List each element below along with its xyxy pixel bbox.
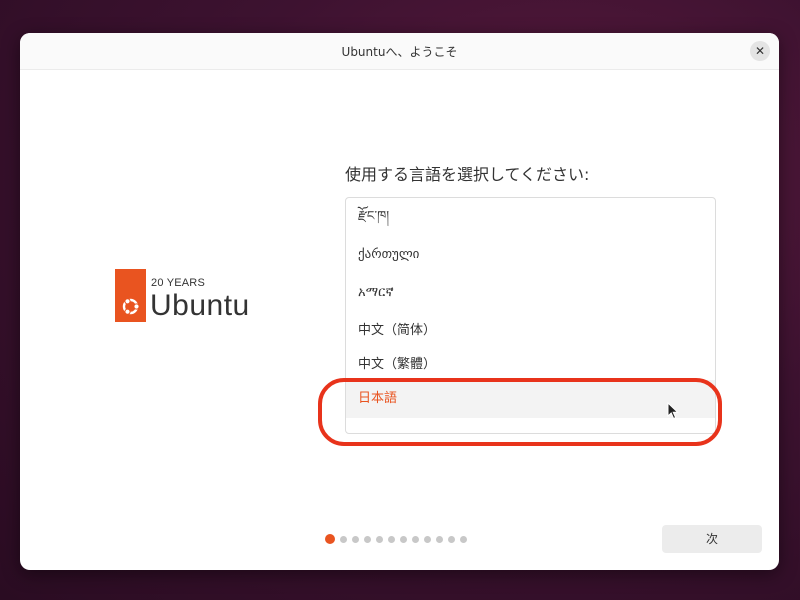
ubuntu-logo: 20 YEARS Ubuntu <box>115 269 275 325</box>
page-dot <box>436 535 443 543</box>
page-dot <box>352 535 359 543</box>
next-button[interactable]: 次 <box>662 525 762 553</box>
page-dot <box>388 535 395 543</box>
page-dot <box>448 535 455 543</box>
language-prompt: 使用する言語を選択してください: <box>345 165 590 184</box>
language-item-amharic[interactable]: አማርኛ <box>346 274 715 312</box>
page-dot <box>412 535 419 543</box>
mouse-pointer-icon <box>667 402 679 420</box>
language-item-dzongkha[interactable]: རྫོང་ཁ། <box>346 198 715 236</box>
language-item-georgian[interactable]: ქართული <box>346 236 715 274</box>
pagination-dots <box>325 534 467 544</box>
page-dot <box>460 535 467 543</box>
language-list[interactable]: རྫོང་ཁ། ქართული አማርኛ 中文（简体） 中文（繁體） 日本語 <box>345 197 716 434</box>
page-dot <box>340 535 347 543</box>
close-icon: ✕ <box>754 44 766 58</box>
page-dot <box>376 535 383 543</box>
window-title: Ubuntuへ、ようこそ <box>341 45 458 59</box>
page-dot-active <box>325 534 335 544</box>
logo-wordmark: Ubuntu <box>150 289 250 322</box>
page-dot <box>400 535 407 543</box>
page-dot <box>364 535 371 543</box>
language-item-chinese-traditional[interactable]: 中文（繁體） <box>346 350 715 380</box>
title-bar: Ubuntuへ、ようこそ ✕ <box>20 33 779 70</box>
circle-of-friends-icon <box>122 298 140 315</box>
language-item-japanese[interactable]: 日本語 <box>346 380 715 418</box>
close-button[interactable]: ✕ <box>750 41 770 61</box>
installer-window: Ubuntuへ、ようこそ ✕ 20 YEARS Ubuntu 使用する言語を選択… <box>20 33 779 570</box>
ubuntu-logo-mark <box>115 269 146 322</box>
language-item-chinese-simplified[interactable]: 中文（简体） <box>346 312 715 350</box>
page-dot <box>424 535 431 543</box>
